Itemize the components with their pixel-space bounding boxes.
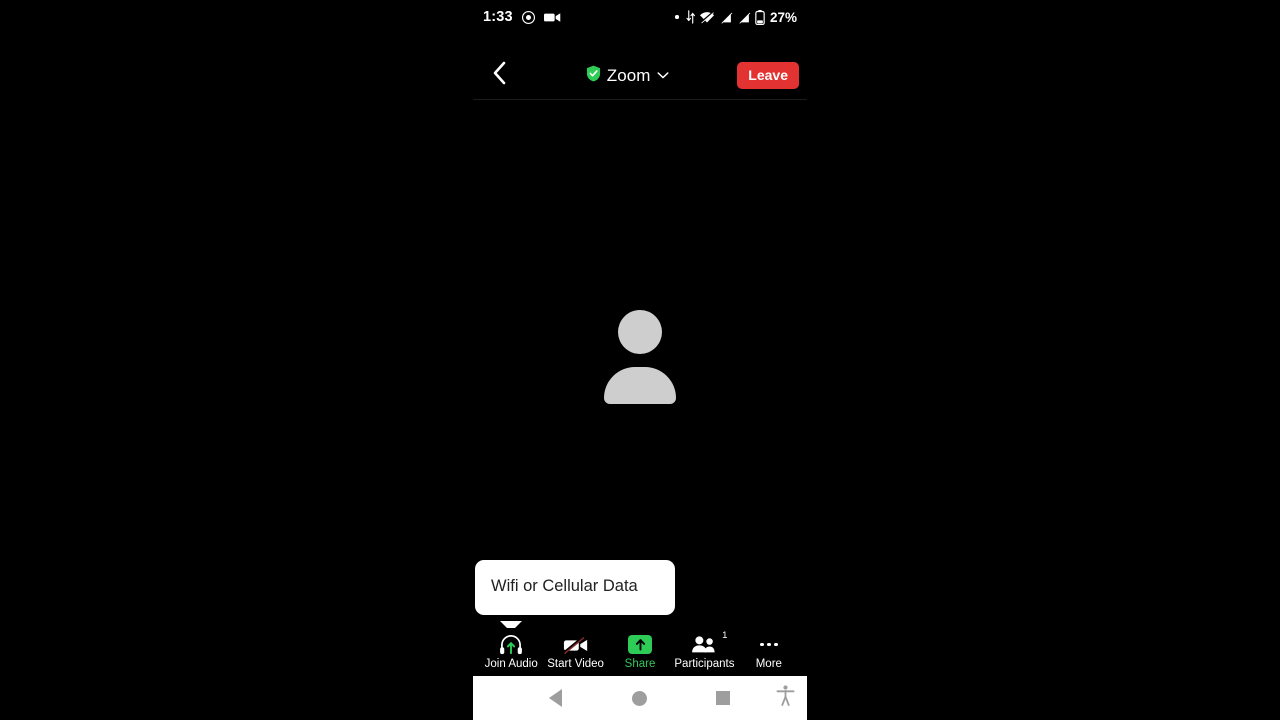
- android-navigation-bar: [473, 676, 807, 720]
- meeting-title-dropdown[interactable]: Zoom: [517, 65, 737, 87]
- dot-3: [774, 642, 778, 647]
- participants-count-badge: 1: [722, 629, 728, 641]
- start-video-label: Start Video: [547, 657, 604, 670]
- share-icon-box: [628, 635, 653, 654]
- participants-label: Participants: [674, 657, 735, 670]
- camera-icon: [543, 11, 561, 24]
- nav-back-triangle-icon: [548, 689, 562, 707]
- avatar-body: [604, 367, 676, 404]
- signal-sim1-off-icon: [719, 11, 733, 24]
- more-dots-group: [760, 642, 778, 647]
- nav-recents-button[interactable]: [705, 676, 741, 720]
- screen-canvas: 1:33 27% Zoom Leave Wifi or Cellular Dat…: [0, 0, 1280, 720]
- video-stage[interactable]: Wifi or Cellular Data: [473, 100, 807, 676]
- status-bar-right: 27%: [675, 9, 797, 25]
- shield-check-icon: [586, 65, 601, 87]
- vpn-arrows-icon: [686, 10, 695, 24]
- phone-viewport: 1:33 27% Zoom Leave Wifi or Cellular Dat…: [473, 0, 807, 720]
- default-user-avatar: [604, 310, 676, 404]
- status-bar-left: 1:33: [483, 9, 561, 25]
- participants-icon: 1: [691, 630, 727, 655]
- share-button[interactable]: Share: [608, 630, 672, 674]
- chevron-left-icon: [491, 60, 508, 91]
- page-title: Zoom: [606, 65, 651, 85]
- start-video-button[interactable]: Start Video: [543, 630, 607, 674]
- join-audio-button[interactable]: Join Audio: [479, 630, 543, 674]
- more-label: More: [755, 657, 782, 670]
- tooltip-text: Wifi or Cellular Data: [491, 577, 638, 595]
- accessibility-person-icon: [776, 685, 795, 711]
- share-label: Share: [624, 657, 656, 670]
- chevron-down-icon: [657, 67, 669, 85]
- leave-button[interactable]: Leave: [737, 61, 799, 90]
- nav-recents-square-icon: [716, 691, 730, 705]
- battery-percent-label: 27%: [769, 9, 797, 25]
- nav-home-button[interactable]: [621, 676, 657, 720]
- join-audio-tooltip[interactable]: Wifi or Cellular Data: [475, 560, 675, 615]
- more-dots-icon: [760, 635, 778, 655]
- headphones-join-audio-icon: [499, 634, 523, 655]
- nav-home-circle-icon: [631, 690, 647, 706]
- video-off-icon: [562, 635, 589, 655]
- meeting-toolbar: Join Audio Start Video Share 1 Participa…: [473, 628, 807, 676]
- nav-back-button[interactable]: [537, 676, 573, 720]
- screen-record-icon: [521, 10, 536, 25]
- wifi-off-icon: [699, 11, 715, 24]
- avatar-head: [618, 310, 662, 354]
- join-audio-label: Join Audio: [484, 657, 538, 670]
- dot-1: [760, 642, 764, 647]
- more-button[interactable]: More: [737, 630, 801, 674]
- notification-dot-icon: [675, 15, 679, 19]
- participants-button[interactable]: 1 Participants: [672, 630, 736, 674]
- back-button[interactable]: [481, 58, 517, 94]
- signal-sim2-off-icon: [737, 11, 751, 24]
- battery-icon: [755, 9, 765, 25]
- dot-2: [767, 642, 771, 647]
- status-bar-clock: 1:33: [483, 9, 513, 25]
- nav-accessibility-button[interactable]: [767, 676, 803, 720]
- meeting-header: Zoom Leave: [473, 52, 807, 99]
- share-screen-icon: [628, 635, 653, 655]
- status-bar: 1:33 27%: [473, 0, 807, 34]
